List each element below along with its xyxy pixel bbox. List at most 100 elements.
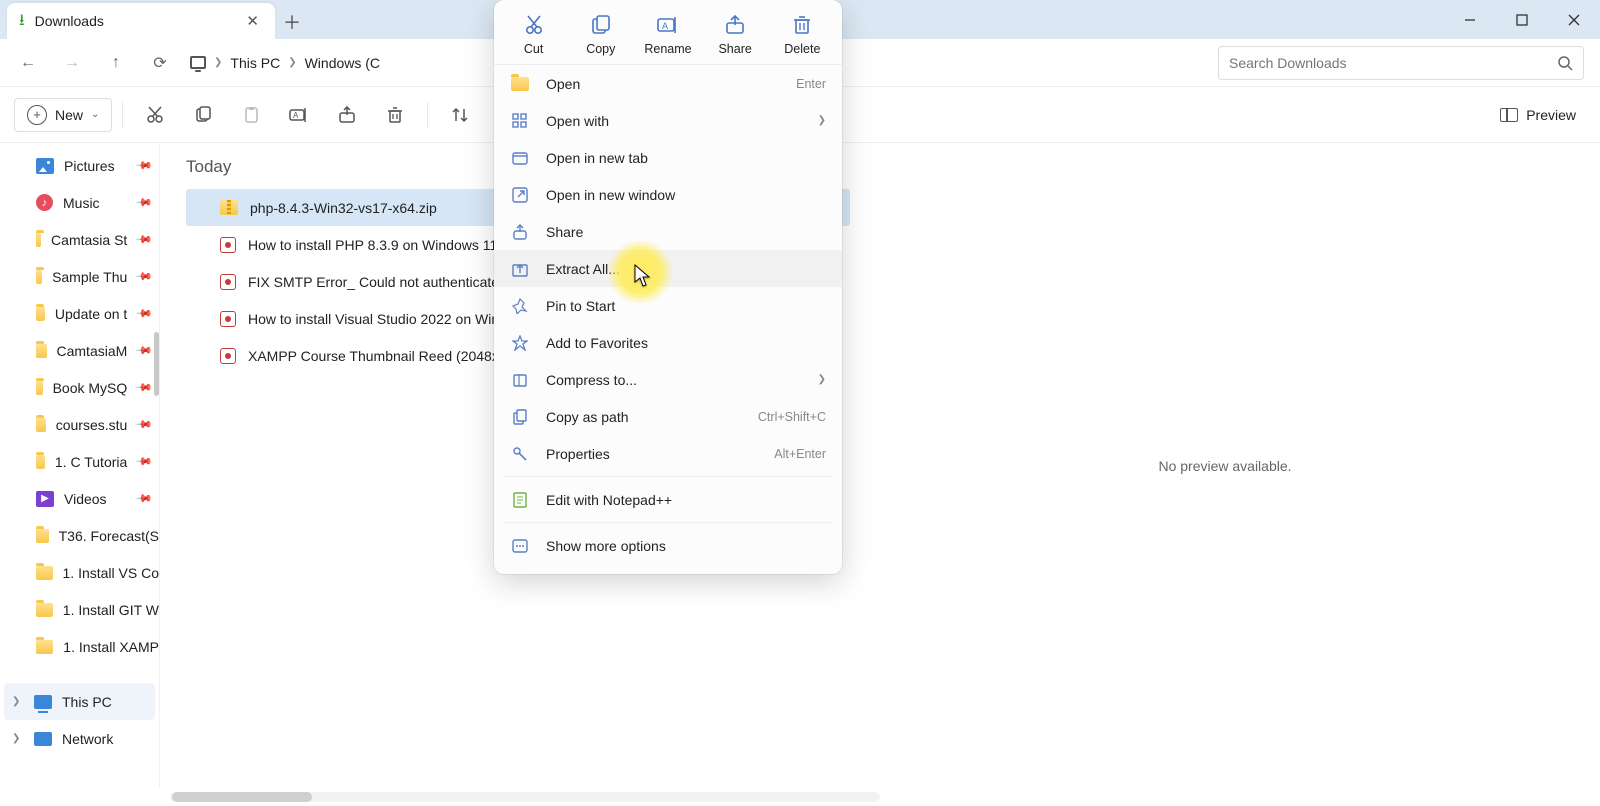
- sidebar-scrollbar[interactable]: [154, 332, 159, 396]
- context-menu: Cut Copy ARename Share Delete OpenEnter …: [494, 0, 842, 574]
- ctx-open-tab[interactable]: Open in new tab: [494, 139, 842, 176]
- preview-pane: No preview available.: [850, 143, 1600, 788]
- sidebar-item-network[interactable]: ❯Network: [0, 720, 159, 757]
- minimize-button[interactable]: [1444, 0, 1496, 39]
- ctx-delete-button[interactable]: Delete: [770, 12, 834, 56]
- download-icon: ⭳: [19, 13, 25, 29]
- copy-button[interactable]: [181, 95, 225, 135]
- sidebar-item-folder[interactable]: T36. Forecast(S: [0, 517, 159, 554]
- nav-pane[interactable]: Pictures📌 ♪Music📌 Camtasia St📌 Sample Th…: [0, 143, 160, 788]
- chevron-right-icon: ❯: [818, 374, 826, 385]
- ctx-open-window[interactable]: Open in new window: [494, 176, 842, 213]
- ctx-compress[interactable]: Compress to...❯: [494, 361, 842, 398]
- ctx-share-button[interactable]: Share: [703, 12, 767, 56]
- extract-icon: [510, 261, 530, 277]
- music-icon: ♪: [36, 194, 53, 211]
- sidebar-item-folder[interactable]: 1. Install XAMP: [0, 628, 159, 665]
- ctx-open-with[interactable]: Open with❯: [494, 102, 842, 139]
- copy-path-icon: [510, 409, 530, 425]
- tab-label: Downloads: [35, 13, 104, 29]
- videos-icon: ▶: [36, 491, 54, 507]
- folder-icon: [36, 344, 47, 358]
- delete-button[interactable]: [373, 95, 417, 135]
- sidebar-item-folder[interactable]: 1. Install VS Co: [0, 554, 159, 591]
- divider: [427, 102, 428, 128]
- tab-close-icon[interactable]: ✕: [242, 8, 263, 34]
- camrec-icon: [220, 274, 236, 290]
- sidebar-item-music[interactable]: ♪Music📌: [0, 184, 159, 221]
- menu-separator: [504, 476, 832, 477]
- sidebar-item-folder[interactable]: courses.stu📌: [0, 406, 159, 443]
- horizontal-scrollbar[interactable]: [0, 788, 1600, 806]
- pin-icon: 📌: [135, 230, 154, 249]
- sidebar-item-folder[interactable]: 1. Install GIT W: [0, 591, 159, 628]
- maximize-button[interactable]: [1496, 0, 1548, 39]
- pin-icon: 📌: [135, 304, 154, 323]
- search-box[interactable]: [1218, 46, 1584, 80]
- sidebar-item-this-pc[interactable]: ❯This PC: [4, 683, 155, 720]
- chevron-down-icon: ⌄: [91, 109, 99, 120]
- pin-icon: 📌: [135, 452, 154, 471]
- sidebar-item-pictures[interactable]: Pictures📌: [0, 147, 159, 184]
- ctx-more-options[interactable]: Show more options: [494, 527, 842, 564]
- folder-icon: [36, 603, 53, 617]
- ctx-notepad[interactable]: Edit with Notepad++: [494, 481, 842, 518]
- rename-button[interactable]: A: [277, 95, 321, 135]
- forward-button[interactable]: →: [52, 43, 92, 83]
- ctx-rename-button[interactable]: ARename: [636, 12, 700, 56]
- new-window-icon: [510, 187, 530, 203]
- share-icon: [510, 224, 530, 240]
- chevron-right-icon: ❯: [214, 57, 222, 68]
- sort-button[interactable]: [438, 95, 482, 135]
- open-with-icon: [510, 113, 530, 129]
- close-window-button[interactable]: [1548, 0, 1600, 39]
- sidebar-item-folder[interactable]: Update on t📌: [0, 295, 159, 332]
- search-icon[interactable]: [1557, 55, 1573, 71]
- monitor-icon: [190, 56, 206, 69]
- cut-button[interactable]: [133, 95, 177, 135]
- folder-icon: [36, 381, 43, 395]
- chevron-right-icon[interactable]: ❯: [12, 733, 24, 744]
- this-pc-icon: [34, 695, 52, 709]
- chevron-right-icon[interactable]: ❯: [12, 696, 24, 707]
- rename-icon: A: [652, 12, 684, 38]
- tab-downloads[interactable]: ⭳ Downloads ✕: [7, 3, 275, 39]
- refresh-button[interactable]: ⟳: [140, 43, 180, 83]
- ctx-favorites[interactable]: Add to Favorites: [494, 324, 842, 361]
- ctx-pin-start[interactable]: Pin to Start: [494, 287, 842, 324]
- pin-icon: 📌: [135, 341, 154, 360]
- preview-toggle[interactable]: Preview: [1490, 101, 1586, 129]
- breadcrumb-this-pc[interactable]: This PC: [230, 55, 280, 71]
- ctx-open[interactable]: OpenEnter: [494, 65, 842, 102]
- ctx-properties[interactable]: PropertiesAlt+Enter: [494, 435, 842, 472]
- folder-open-icon: [510, 77, 530, 91]
- camrec-icon: [220, 237, 236, 253]
- folder-icon: [36, 640, 53, 654]
- share-button[interactable]: [325, 95, 369, 135]
- pin-icon: 📌: [135, 193, 154, 212]
- sidebar-item-folder[interactable]: Camtasia St📌: [0, 221, 159, 258]
- context-quick-actions: Cut Copy ARename Share Delete: [494, 8, 842, 65]
- folder-icon: [36, 233, 41, 247]
- sidebar-item-folder[interactable]: Book MySQ📌: [0, 369, 159, 406]
- divider: [122, 102, 123, 128]
- sidebar-item-folder[interactable]: 1. C Tutoria📌: [0, 443, 159, 480]
- sidebar-item-folder[interactable]: Sample Thu📌: [0, 258, 159, 295]
- ctx-copy-path[interactable]: Copy as pathCtrl+Shift+C: [494, 398, 842, 435]
- ctx-copy-button[interactable]: Copy: [569, 12, 633, 56]
- sidebar-item-folder[interactable]: CamtasiaM📌: [0, 332, 159, 369]
- ctx-extract-all[interactable]: Extract All...: [494, 250, 842, 287]
- breadcrumb-drive[interactable]: Windows (C: [305, 55, 380, 71]
- search-input[interactable]: [1229, 55, 1547, 71]
- copy-icon: [585, 12, 617, 38]
- sidebar-item-videos[interactable]: ▶Videos📌: [0, 480, 159, 517]
- ctx-share[interactable]: Share: [494, 213, 842, 250]
- paste-button[interactable]: [229, 95, 273, 135]
- back-button[interactable]: ←: [8, 43, 48, 83]
- ctx-cut-button[interactable]: Cut: [502, 12, 566, 56]
- new-button[interactable]: + New ⌄: [14, 98, 112, 132]
- new-tab-button[interactable]: ＋: [275, 5, 309, 39]
- preview-empty-text: No preview available.: [1158, 458, 1291, 474]
- more-options-icon: [510, 538, 530, 554]
- up-button[interactable]: ↑: [96, 43, 136, 83]
